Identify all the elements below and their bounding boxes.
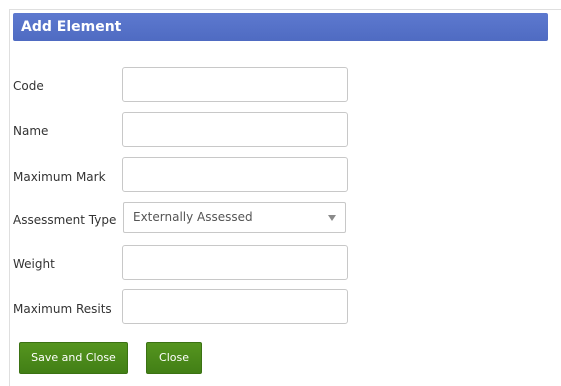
dialog-title: Add Element: [21, 19, 122, 35]
code-label: Code: [13, 79, 44, 93]
add-element-dialog: [9, 9, 561, 386]
maximum-mark-input[interactable]: [122, 157, 348, 192]
assessment-type-selected-value: Externally Assessed: [133, 210, 253, 224]
dialog-title-bar: Add Element: [13, 13, 548, 41]
maximum-mark-label: Maximum Mark: [13, 170, 106, 184]
name-input[interactable]: [122, 112, 348, 147]
weight-label: Weight: [13, 257, 55, 271]
maximum-resits-input[interactable]: [122, 289, 348, 324]
code-input[interactable]: [122, 67, 348, 102]
assessment-type-label: Assessment Type: [13, 213, 117, 227]
save-and-close-button[interactable]: Save and Close: [19, 342, 128, 374]
weight-input[interactable]: [122, 245, 348, 280]
assessment-type-select[interactable]: Externally Assessed: [123, 202, 346, 233]
name-label: Name: [13, 124, 49, 138]
maximum-resits-label: Maximum Resits: [13, 302, 112, 316]
chevron-down-icon: [328, 215, 336, 221]
close-button[interactable]: Close: [146, 342, 202, 374]
